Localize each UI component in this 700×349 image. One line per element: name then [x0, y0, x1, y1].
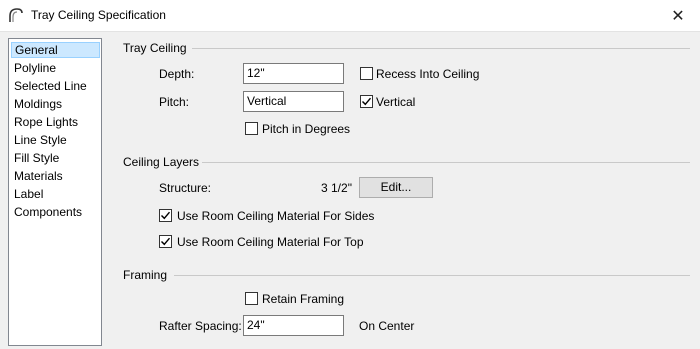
pitch-label: Pitch:	[159, 95, 190, 109]
retain-framing-label: Retain Framing	[262, 292, 345, 306]
structure-value: 3 1/2"	[321, 181, 352, 195]
use-room-material-sides-label: Use Room Ceiling Material For Sides	[177, 209, 375, 223]
depth-input[interactable]: 12"	[243, 63, 344, 84]
sidebar-item-line-style[interactable]: Line Style	[11, 132, 70, 148]
vertical-checkbox[interactable]	[360, 95, 373, 108]
sidebar-item-rope-lights[interactable]: Rope Lights	[11, 114, 81, 130]
pitch-in-degrees-label: Pitch in Degrees	[262, 122, 351, 136]
close-icon: ✕	[671, 7, 685, 25]
sidebar-item-selected-line[interactable]: Selected Line	[11, 78, 90, 94]
pitch-in-degrees-checkbox[interactable]	[245, 122, 258, 135]
framing-group-title: Framing	[123, 268, 168, 282]
sidebar-item-materials[interactable]: Materials	[11, 168, 66, 184]
ceiling-layers-group-title: Ceiling Layers	[123, 155, 200, 169]
structure-label: Structure:	[159, 181, 212, 195]
sidebar-item-moldings[interactable]: Moldings	[11, 96, 65, 112]
use-room-material-top-checkbox[interactable]	[159, 235, 172, 248]
checkmark-icon	[362, 97, 372, 106]
vertical-label: Vertical	[376, 95, 416, 109]
retain-framing-checkbox[interactable]	[245, 292, 258, 305]
use-room-material-sides-checkbox[interactable]	[159, 209, 172, 222]
close-button[interactable]: ✕	[656, 0, 700, 31]
recess-into-ceiling-label: Recess Into Ceiling	[376, 67, 480, 81]
checkmark-icon	[161, 211, 171, 220]
rafter-spacing-input[interactable]: 24"	[243, 315, 344, 336]
sidebar-item-fill-style[interactable]: Fill Style	[11, 150, 62, 166]
sidebar-item-general[interactable]: General	[11, 42, 100, 58]
rafter-spacing-label: Rafter Spacing:	[159, 319, 242, 333]
use-room-material-top-label: Use Room Ceiling Material For Top	[177, 235, 364, 249]
depth-label: Depth:	[159, 67, 195, 81]
on-center-label: On Center	[359, 319, 415, 333]
arch-icon	[9, 8, 23, 22]
edit-structure-button[interactable]: Edit...	[359, 177, 433, 198]
recess-into-ceiling-checkbox[interactable]	[360, 67, 373, 80]
sidebar-item-polyline[interactable]: Polyline	[11, 60, 59, 76]
sidebar-item-label[interactable]: Label	[11, 186, 46, 202]
tray-ceiling-group-title: Tray Ceiling	[123, 41, 187, 55]
framing-divider	[174, 275, 690, 276]
window-title: Tray Ceiling Specification	[31, 8, 166, 22]
category-list[interactable]: General Polyline Selected Line Moldings …	[8, 38, 102, 346]
ceiling-layers-divider	[202, 162, 690, 163]
pitch-input[interactable]: Vertical	[243, 91, 344, 112]
tray-ceiling-divider	[192, 48, 690, 49]
checkmark-icon	[161, 237, 171, 246]
title-bar: Tray Ceiling Specification ✕	[0, 0, 700, 32]
sidebar-item-components[interactable]: Components	[11, 204, 85, 220]
